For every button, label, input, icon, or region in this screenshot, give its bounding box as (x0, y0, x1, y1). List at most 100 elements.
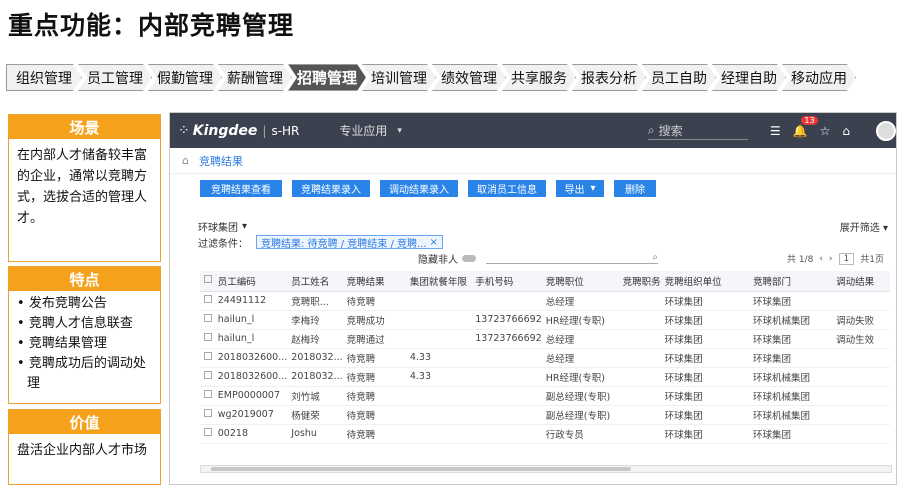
feature-item: 发布竞聘公告 (17, 294, 152, 314)
table-row[interactable]: EMP0000007 刘竹城 待竞聘 副总经理(专职) 环球集团 环球机械集团 (200, 386, 890, 406)
table-cell: 24491112 (213, 291, 288, 311)
table-cell: 00218 (213, 424, 288, 444)
select-all-checkbox[interactable] (204, 275, 212, 284)
table-row[interactable]: 2018032600... 2018032... 待竞聘 4.33 HR经理(专职) 环球… (200, 367, 890, 387)
kingdee-logo[interactable]: ⁘ Kingdee | s-HR (178, 123, 299, 139)
table-row[interactable]: hailun_l 李梅玲 竞聘成功 13723766692 HR经理(专职) 环球集团 环球… (200, 310, 890, 330)
star-icon[interactable]: ☆ (820, 124, 831, 138)
table-cell: 调动失败 (832, 310, 890, 330)
view-result-button[interactable]: 竞聘结果查看 (200, 180, 282, 197)
row-checkbox[interactable] (204, 352, 212, 360)
column-header[interactable]: 集团就餐年限 (405, 271, 472, 292)
export-label: 导出 (564, 185, 585, 196)
scene-card-title: 场景 (9, 115, 160, 139)
nav-item[interactable]: 薪酬管理 (218, 64, 292, 91)
export-button[interactable]: 导出 ▾ (556, 180, 604, 197)
column-header[interactable]: 竞聘结果 (342, 271, 406, 292)
column-header[interactable]: 竞聘职位 (541, 271, 619, 292)
search-input[interactable]: ⌕ 搜索 (647, 122, 748, 140)
menu-icon[interactable]: ☰ (770, 124, 781, 138)
row-checkbox[interactable] (204, 390, 212, 398)
nav-item[interactable]: 员工自助 (642, 64, 716, 91)
home-icon[interactable]: ⌂ (842, 124, 850, 138)
page-input[interactable]: 1 (838, 252, 855, 265)
column-header[interactable]: 竞聘职务 (618, 271, 661, 292)
table-cell (405, 310, 472, 330)
table-row[interactable]: hailun_l 赵梅玲 竞聘通过 13723766692 总经理 环球集团 环球集团 调动生… (200, 329, 890, 349)
filter-chip[interactable]: 竞聘结果: 待竞聘 / 竞聘结束 / 竞聘... × (256, 235, 443, 250)
table-row[interactable]: wg2019007 杨健荣 待竞聘 副总经理(专职) 环球集团 环球机械集团 (200, 405, 890, 425)
enter-result-button[interactable]: 竞聘结果录入 (292, 180, 370, 197)
table-cell: 环球机械集团 (749, 386, 833, 406)
table-cell (471, 367, 542, 387)
table-cell: 环球集团 (660, 386, 749, 406)
table-cell: hailun_l (213, 310, 288, 330)
row-checkbox[interactable] (204, 314, 212, 322)
nav-item[interactable]: 组织管理 (6, 64, 82, 91)
avatar[interactable] (876, 120, 896, 141)
table-cell (471, 348, 542, 368)
toggle-switch[interactable] (462, 254, 476, 262)
table-row[interactable]: 24491112 竞聘职... 待竞聘 总经理 环球集团 环球集团 (200, 291, 890, 311)
feature-item: 竞聘人才信息联查 (17, 314, 152, 334)
nav-item[interactable]: 员工管理 (78, 64, 152, 91)
table-cell (405, 386, 472, 406)
breadcrumb: ⌂ 竞聘结果 (170, 148, 896, 174)
expand-filter-label: 展开筛选 (839, 222, 880, 234)
nav-item[interactable]: 培训管理 (362, 64, 436, 91)
scrollbar-thumb[interactable] (211, 467, 631, 471)
table-cell: 竞聘职... (287, 291, 343, 311)
toolbar: 竞聘结果查看 竞聘结果录入 调动结果录入 取消员工信息 导出 ▾ 删除 (170, 174, 896, 197)
product-name: s-HR (271, 123, 300, 138)
table-cell: 环球集团 (660, 405, 749, 425)
nav-item[interactable]: 共享服务 (502, 64, 576, 91)
table-cell: 环球集团 (660, 291, 749, 311)
column-header[interactable]: 竞聘组织单位 (660, 271, 749, 292)
column-header[interactable]: 员工姓名 (287, 271, 343, 292)
bell-icon[interactable]: 🔔 13 (793, 115, 818, 138)
row-checkbox[interactable] (204, 333, 212, 341)
row-checkbox[interactable] (204, 409, 212, 417)
table-cell: 赵梅玲 (287, 329, 343, 349)
table-cell (832, 405, 890, 425)
home-icon[interactable]: ⌂ (182, 154, 189, 167)
table-cell (618, 310, 661, 330)
breadcrumb-item[interactable]: 竞聘结果 (199, 153, 243, 169)
row-checkbox[interactable] (204, 428, 212, 436)
chevron-down-icon: ▾ (242, 220, 248, 232)
nav-item[interactable]: 招聘管理 (288, 64, 366, 91)
nav-item[interactable]: 经理自助 (712, 64, 786, 91)
prev-page-icon[interactable]: ‹ (819, 254, 823, 264)
table-cell: 2018032... (287, 348, 343, 368)
table-cell (618, 291, 661, 311)
nav-item[interactable]: 报表分析 (572, 64, 646, 91)
table-row[interactable]: 2018032600... 2018032... 待竞聘 4.33 总经理 环球集团 环球集… (200, 348, 890, 368)
table-cell (618, 329, 661, 349)
table-cell (832, 424, 890, 444)
column-header[interactable]: 手机号码 (471, 271, 542, 292)
table-cell (471, 424, 542, 444)
table-cell: 2018032600... (213, 348, 288, 368)
column-header[interactable]: 调动结果 (832, 271, 890, 292)
nav-item[interactable]: 移动应用 (782, 64, 856, 91)
app-menu[interactable]: 专业应用 ▾ (339, 122, 402, 139)
scheme-selector[interactable]: 环球集团 ▾ 展开筛选 ▾ (170, 218, 896, 234)
row-checkbox[interactable] (204, 295, 212, 303)
nav-item[interactable]: 绩效管理 (432, 64, 506, 91)
row-checkbox[interactable] (204, 371, 212, 379)
next-page-icon[interactable]: › (829, 254, 833, 264)
table-row[interactable]: 00218 Joshu 待竞聘 行政专员 环球集团 环球集团 (200, 424, 890, 444)
close-icon[interactable]: × (430, 237, 438, 248)
horizontal-scrollbar[interactable] (200, 465, 892, 473)
table-search-input[interactable]: ⌕ (486, 252, 658, 264)
enter-transfer-button[interactable]: 调动结果录入 (380, 180, 458, 197)
table-cell: 待竞聘 (342, 367, 406, 387)
expand-filter-link[interactable]: 展开筛选 ▾ (840, 219, 888, 234)
cancel-info-button[interactable]: 取消员工信息 (468, 180, 546, 197)
table-cell (832, 367, 890, 387)
notification-badge: 13 (801, 115, 818, 125)
delete-button[interactable]: 删除 (614, 180, 656, 197)
column-header[interactable]: 竞聘部门 (749, 271, 833, 292)
nav-item[interactable]: 假勤管理 (148, 64, 222, 91)
column-header[interactable]: 员工编码 (213, 271, 288, 292)
